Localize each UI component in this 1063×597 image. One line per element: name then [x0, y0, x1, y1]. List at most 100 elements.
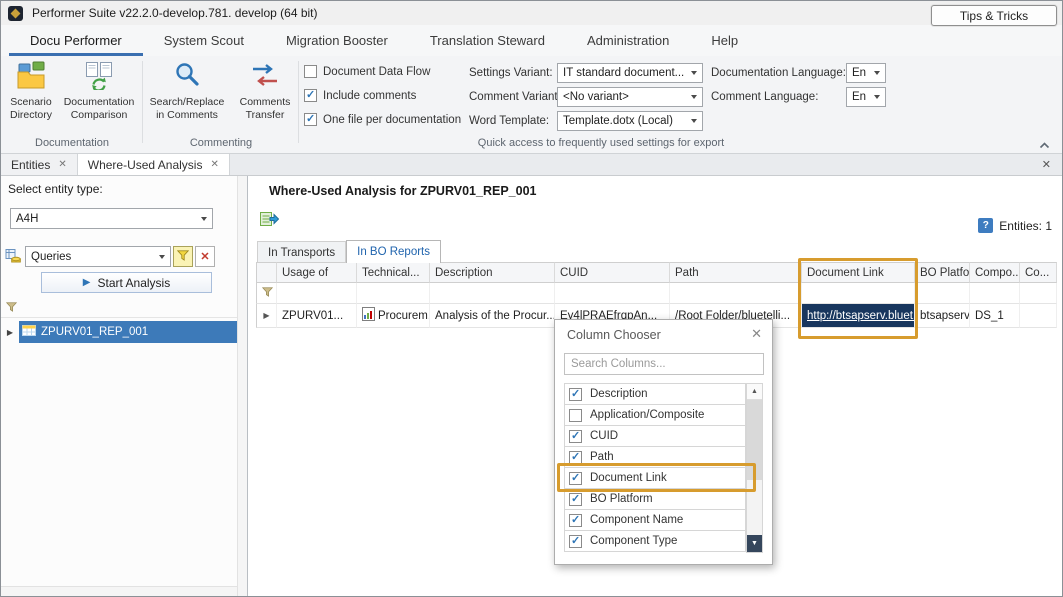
documentation-comparison-button[interactable]: Documentation Comparison [59, 60, 139, 122]
filter-cell[interactable] [1020, 283, 1057, 304]
checkbox-one-file-per-documentation[interactable]: One file per documentation [304, 113, 461, 126]
sidebar-vertical-scrollbar[interactable] [237, 176, 247, 597]
cell-component-name[interactable]: DS_1 [970, 304, 1020, 328]
tab-where-used-analysis[interactable]: Where-Used Analysis ✕ [78, 154, 230, 175]
tab-in-bo-reports[interactable]: In BO Reports [346, 240, 441, 263]
search-replace-in-comments-button[interactable]: Search/Replace in Comments [145, 60, 229, 122]
cell-component-type[interactable] [1020, 304, 1057, 328]
comment-variant-select[interactable]: <No variant> [557, 87, 703, 107]
checkbox-include-comments[interactable]: Include comments [304, 89, 416, 102]
chevron-down-icon [154, 247, 170, 266]
comments-transfer-icon [250, 60, 280, 93]
comment-variant-label: Comment Variant: [469, 87, 561, 107]
ribbon-tab-system-scout[interactable]: System Scout [143, 25, 265, 56]
collapse-ribbon-chevron-up-icon[interactable] [1039, 138, 1050, 152]
ribbon-tab-docu-performer[interactable]: Docu Performer [9, 25, 143, 56]
entities-count: ? Entities: 1 [978, 218, 1052, 233]
ribbon-tab-help[interactable]: Help [690, 25, 759, 56]
tree-item-label: ZPURV01_REP_001 [41, 326, 148, 338]
filter-cell[interactable] [970, 283, 1020, 304]
row-expander-icon[interactable]: ▶ [256, 304, 277, 328]
tips-and-tricks-button[interactable]: Tips & Tricks [931, 5, 1057, 26]
filter-cell[interactable] [256, 283, 277, 304]
filter-funnel-icon [262, 286, 273, 300]
ribbon-tab-translation-steward[interactable]: Translation Steward [409, 25, 566, 56]
filter-cell[interactable] [430, 283, 555, 304]
checkbox-document-data-flow[interactable]: Document Data Flow [304, 65, 430, 78]
checkbox-box-icon [304, 65, 317, 78]
entity-type-select[interactable]: A4H [10, 208, 213, 229]
scroll-thumb[interactable] [747, 400, 762, 480]
tab-close-icon[interactable]: ✕ [210, 159, 218, 170]
question-badge-icon[interactable]: ? [978, 218, 993, 233]
tree-row: ▶ ZPURV01_REP_001 [1, 321, 237, 343]
filter-cell[interactable] [915, 283, 970, 304]
column-item-bo-platform[interactable]: BO Platform [564, 488, 746, 510]
cell-document-link[interactable]: http://btsapserv.bluet... [802, 304, 915, 328]
checkbox-check-icon [569, 388, 582, 401]
grid-filter-row [256, 283, 1057, 304]
clear-selection-button[interactable]: ✕ [195, 246, 215, 267]
expander-icon[interactable]: ▶ [1, 328, 19, 337]
documentation-language-select[interactable]: En [846, 63, 886, 83]
column-item-component-name[interactable]: Component Name [564, 509, 746, 531]
object-type-select[interactable]: Queries [25, 246, 171, 267]
header-document-link[interactable]: Document Link [802, 262, 915, 283]
scroll-up-icon[interactable]: ▲ [747, 384, 762, 400]
start-analysis-button[interactable]: ▶ Start Analysis [41, 272, 212, 293]
strip-close-icon[interactable]: ✕ [1031, 154, 1062, 175]
search-replace-icon [172, 60, 202, 93]
tab-in-transports[interactable]: In Transports [257, 241, 346, 263]
tab-entities[interactable]: Entities ✕ [1, 154, 78, 175]
settings-variant-label: Settings Variant: [469, 63, 553, 83]
column-item-cuid[interactable]: CUID [564, 425, 746, 447]
filter-settings-button[interactable] [173, 246, 193, 267]
header-component-name[interactable]: Compo... [970, 262, 1020, 283]
sidebar-horizontal-scrollbar[interactable] [1, 586, 237, 597]
cell-description[interactable]: Analysis of the Procur... [430, 304, 555, 328]
filter-cell[interactable] [357, 283, 430, 304]
settings-variant-select[interactable]: IT standard document... [557, 63, 703, 83]
tab-close-icon[interactable]: ✕ [58, 159, 66, 170]
word-template-select[interactable]: Template.dotx (Local) [557, 111, 703, 131]
header-usage-of[interactable]: Usage of [277, 262, 357, 283]
column-item-path[interactable]: Path [564, 446, 746, 468]
tree-item-selected[interactable]: ZPURV01_REP_001 [19, 321, 237, 343]
ribbon-tab-migration-booster[interactable]: Migration Booster [265, 25, 409, 56]
comments-transfer-button[interactable]: Comments Transfer [233, 60, 297, 122]
column-item-description[interactable]: Description [564, 383, 746, 405]
search-columns-input[interactable] [564, 353, 764, 375]
header-path[interactable]: Path [670, 262, 802, 283]
ribbon-content: Scenario Directory Documentation Compari… [1, 56, 1062, 154]
header-bo-platform[interactable]: BO Platfo... [915, 262, 970, 283]
column-item-application-composite[interactable]: Application/Composite [564, 404, 746, 426]
export-analysis-icon[interactable] [260, 210, 279, 230]
ribbon-tab-administration[interactable]: Administration [566, 25, 690, 56]
checkbox-check-icon [569, 451, 582, 464]
column-item-document-link[interactable]: Document Link [564, 467, 746, 489]
scroll-down-icon[interactable]: ▼ [747, 535, 762, 552]
dialog-scrollbar[interactable]: ▲ ▼ [746, 383, 763, 553]
header-expander [256, 262, 277, 283]
filter-cell[interactable] [555, 283, 670, 304]
cell-bo-platform[interactable]: btsapserv [915, 304, 970, 328]
filter-cell[interactable] [277, 283, 357, 304]
report-icon [362, 307, 375, 324]
group-label-documentation: Documentation [1, 137, 143, 149]
column-item-component-type[interactable]: Component Type [564, 530, 746, 552]
ribbon-group-divider [142, 61, 143, 143]
header-description[interactable]: Description [430, 262, 555, 283]
cell-technical-name[interactable]: Procurem... [357, 304, 430, 328]
scenario-directory-button[interactable]: Scenario Directory [5, 60, 57, 122]
checkbox-check-icon [569, 493, 582, 506]
header-component-type[interactable]: Co... [1020, 262, 1057, 283]
comment-language-select[interactable]: En [846, 87, 886, 107]
filter-cell[interactable] [670, 283, 802, 304]
tree-filter-row[interactable] [1, 299, 237, 318]
filter-cell[interactable] [802, 283, 915, 304]
header-cuid[interactable]: CUID [555, 262, 670, 283]
dialog-close-icon[interactable]: ✕ [751, 326, 762, 342]
header-technical-name[interactable]: Technical... [357, 262, 430, 283]
entity-type-label: Select entity type: [8, 182, 103, 196]
cell-usage-of[interactable]: ZPURV01... [277, 304, 357, 328]
